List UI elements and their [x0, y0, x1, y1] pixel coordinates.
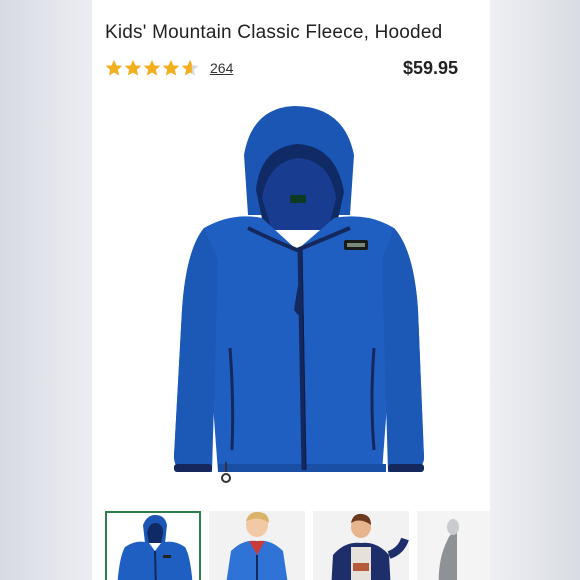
product-card: Kids' Mountain Classic Fleece, Hooded 26…: [92, 0, 490, 580]
thumbnail-fleece-front[interactable]: [105, 511, 201, 580]
thumbnail-model-boy-blonde[interactable]: [209, 511, 305, 580]
rating-row[interactable]: 264: [105, 57, 233, 79]
review-count-link[interactable]: 264: [210, 60, 233, 76]
main-product-image[interactable]: [122, 100, 442, 490]
product-title: Kids' Mountain Classic Fleece, Hooded: [105, 22, 443, 43]
star-icon: [105, 60, 123, 76]
background-left: [0, 0, 92, 580]
thumbnail-strip: [105, 511, 490, 580]
product-price: $59.95: [402, 58, 458, 78]
background-right: [488, 0, 580, 580]
thumbnail-model-boy-dark[interactable]: [313, 511, 409, 580]
star-icon: [143, 60, 161, 76]
star-icon: [162, 60, 180, 76]
star-half-icon: [181, 60, 199, 76]
star-icon: [124, 60, 142, 76]
rating-stars: [105, 59, 200, 77]
thumbnail-partial-next[interactable]: [417, 511, 490, 580]
